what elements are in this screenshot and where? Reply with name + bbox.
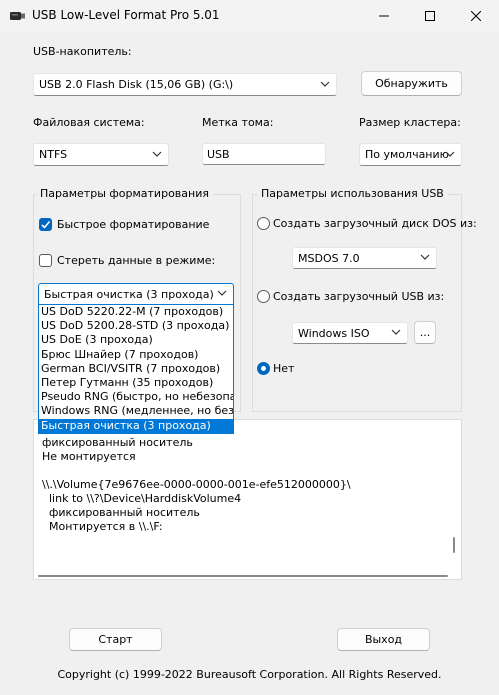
log-horizontal-scrollbar[interactable] [38,575,448,577]
filesystem-selected: NTFS [39,148,68,161]
cluster-size-selected: По умолчанию [365,148,449,161]
copyright-text: Copyright (c) 1999-2022 Bureausoft Corpo… [57,668,442,681]
maximize-button[interactable] [407,0,453,32]
quick-format-checkbox[interactable] [39,218,52,231]
log-line: Не монтируется [42,450,136,463]
log-vertical-scrollbar[interactable] [453,537,455,553]
exit-button[interactable]: Выход [337,628,430,651]
dropdown-option[interactable]: US DoE (3 прохода) [39,333,233,347]
start-button[interactable]: Старт [69,628,162,651]
usb-drive-icon [10,12,25,20]
close-icon [471,11,481,21]
chevron-down-icon [320,81,330,87]
usb-drive-selected: USB 2.0 Flash Disk (15,06 GB) (G:\) [39,78,234,91]
close-button[interactable] [453,0,499,32]
window-title: USB Low-Level Format Pro 5.01 [32,8,220,22]
usb-boot-label: Создать загрузочный USB из: [273,290,445,303]
minimize-button[interactable] [361,0,407,32]
log-line: link to \\?\Device\HarddiskVolume4 [42,492,242,505]
wipe-method-select[interactable]: Быстрая очистка (3 прохода) [38,283,234,305]
browse-button[interactable]: ... [414,321,436,344]
log-line: фиксированный носитель [42,506,200,519]
wipe-mode-label: Стереть данные в режиме: [57,254,216,267]
dos-version-selected: MSDOS 7.0 [298,251,360,265]
dropdown-option[interactable]: US DoD 5220.22-M (7 проходов) [39,305,233,319]
detect-button[interactable]: Обнаружить [361,71,462,96]
wipe-method-selected: Быстрая очистка (3 прохода) [44,287,214,301]
maximize-icon [425,11,435,21]
dos-version-select[interactable]: MSDOS 7.0 [292,247,437,269]
usb-drive-label: USB-накопитель: [33,45,132,58]
none-label: Нет [273,362,295,375]
quick-format-label: Быстрое форматирование [57,218,210,231]
dropdown-option[interactable]: US DoD 5200.28-STD (3 прохода) [39,319,233,333]
usb-boot-source-select[interactable]: Windows ISO [292,322,408,344]
wipe-mode-checkbox[interactable] [39,254,52,267]
dropdown-option[interactable]: German BCI/VSITR (7 проходов) [39,362,233,376]
chevron-down-icon [420,254,430,260]
dos-boot-radio[interactable] [257,217,270,230]
dropdown-option-selected[interactable]: Быстрая очистка (3 прохода) [39,418,233,433]
filesystem-label: Файловая система: [33,116,145,129]
dropdown-option[interactable]: Брюс Шнайер (7 проходов) [39,348,233,362]
dropdown-option[interactable]: Windows RNG (медленнее, но безопа [39,404,233,418]
chevron-down-icon [217,290,227,296]
title-bar: USB Low-Level Format Pro 5.01 [0,0,499,32]
check-icon [41,220,51,229]
usb-boot-source-selected: Windows ISO [298,326,370,340]
usb-drive-select[interactable]: USB 2.0 Flash Disk (15,06 GB) (G:\) [33,73,337,96]
cluster-size-label: Размер кластера: [359,116,461,129]
log-line: фиксированный носитель [42,436,193,449]
log-line: \\.\Volume{7e9676ee-0000-0000-001e-efe51… [42,478,351,491]
usb-boot-radio[interactable] [257,290,270,303]
cluster-size-select[interactable]: По умолчанию [359,143,462,166]
volume-label-input[interactable]: USB [202,143,326,165]
volume-label-label: Метка тома: [202,116,274,129]
chevron-down-icon [152,151,162,157]
format-params-title: Параметры форматирования [36,187,213,200]
minimize-icon [379,15,389,17]
usb-usage-title: Параметры использования USB [257,187,448,200]
chevron-down-icon [391,329,401,335]
dropdown-option[interactable]: Петер Гутманн (35 проходов) [39,376,233,390]
chevron-down-icon [445,151,455,157]
dropdown-option[interactable]: Pseudo RNG (быстро, но небезопасно [39,390,233,404]
none-radio[interactable] [257,362,270,375]
wipe-method-dropdown-list[interactable]: US DoD 5220.22-M (7 проходов) US DoD 520… [38,305,234,434]
log-line: Монтируется в \\.\F: [42,520,163,533]
filesystem-select[interactable]: NTFS [33,143,169,166]
log-output[interactable]: фиксированный носитель Не монтируется \\… [33,419,462,580]
dos-boot-label: Создать загрузочный диск DOS из: [273,217,477,230]
